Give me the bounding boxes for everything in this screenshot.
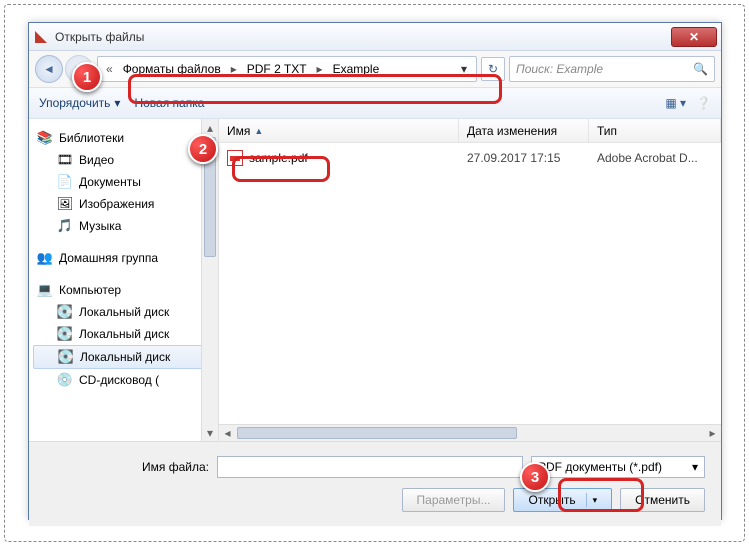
cancel-button[interactable]: Отменить [620,488,705,512]
breadcrumb-seg-2[interactable]: PDF 2 TXT [241,62,313,76]
annotation-marker-1: 1 [72,62,102,92]
open-button[interactable]: Открыть ▾ [513,488,612,512]
disk-icon: 💽 [58,349,74,365]
sidebar-item-music[interactable]: 🎵Музыка [33,215,214,237]
breadcrumb[interactable]: « Форматы файлов ▸ PDF 2 TXT ▸ Example ▾ [97,56,477,82]
scroll-right-icon[interactable]: ▸ [704,425,721,441]
back-arrow-icon: ◄ [43,62,55,76]
chevron-right-icon: ▸ [227,62,241,76]
file-row[interactable]: sample.pdf 27.09.2017 17:15 Adobe Acroba… [219,147,721,169]
sort-asc-icon: ▲ [254,126,263,136]
sidebar-item-disk-1[interactable]: 💽Локальный диск [33,301,214,323]
file-type: Adobe Acrobat D... [589,151,721,165]
titlebar: Открыть файлы ✕ [29,23,721,51]
file-date: 27.09.2017 17:15 [459,151,589,165]
breadcrumb-root-icon: « [102,62,117,76]
sidebar-item-computer[interactable]: 💻Компьютер [33,279,214,301]
file-open-dialog: Открыть файлы ✕ ◄ ► « Форматы файлов ▸ P… [28,22,722,520]
column-type[interactable]: Тип [589,119,721,142]
sidebar-item-images[interactable]: 🖼Изображения [33,193,214,215]
organize-button[interactable]: Упорядочить ▾ [39,96,120,110]
file-name: sample.pdf [249,151,308,165]
video-icon: 🎞 [57,152,73,168]
sidebar-item-libraries[interactable]: 📚Библиотеки [33,127,214,149]
cd-icon: 💿 [57,372,73,388]
app-icon [33,29,49,45]
disk-icon: 💽 [57,304,73,320]
new-folder-button[interactable]: Новая папка [134,96,204,110]
sidebar-item-video[interactable]: 🎞Видео [33,149,214,171]
homegroup-icon: 👥 [37,250,53,266]
filetype-filter[interactable]: PDF документы (*.pdf) ▾ [531,456,705,478]
music-icon: 🎵 [57,218,73,234]
images-icon: 🖼 [57,196,73,212]
sidebar-item-disk-3[interactable]: 💽Локальный диск [33,345,214,369]
scroll-left-icon[interactable]: ◂ [219,425,236,441]
chevron-down-icon: ▾ [692,460,698,474]
search-placeholder: Поиск: Example [516,62,603,76]
sidebar-item-homegroup[interactable]: 👥Домашняя группа [33,247,214,269]
bottom-panel: Имя файла: PDF документы (*.pdf) ▾ Парам… [29,441,721,526]
nav-bar: ◄ ► « Форматы файлов ▸ PDF 2 TXT ▸ Examp… [29,51,721,87]
sidebar-scrollbar[interactable]: ▴ ▾ [201,119,218,441]
file-list-header: Имя ▲ Дата изменения Тип [219,119,721,143]
annotation-marker-3: 3 [520,462,550,492]
close-icon: ✕ [689,30,699,44]
breadcrumb-dropdown[interactable]: ▾ [456,62,472,76]
annotation-marker-2: 2 [188,134,218,164]
refresh-icon: ↻ [488,62,498,76]
refresh-button[interactable]: ↻ [481,57,505,81]
sidebar-item-disk-2[interactable]: 💽Локальный диск [33,323,214,345]
column-name[interactable]: Имя ▲ [219,119,459,142]
view-mode-button[interactable]: ▦ ▾ [665,96,686,110]
scroll-thumb[interactable] [237,427,517,439]
horizontal-scrollbar[interactable]: ◂ ▸ [219,424,721,441]
close-button[interactable]: ✕ [671,27,717,47]
chevron-down-icon: ▾ [114,96,120,110]
filename-input[interactable] [217,456,523,478]
sidebar-item-documents[interactable]: 📄Документы [33,171,214,193]
libraries-icon: 📚 [37,130,53,146]
parameters-button[interactable]: Параметры... [402,488,506,512]
scroll-down-icon[interactable]: ▾ [202,424,218,441]
chevron-right-icon: ▸ [313,62,327,76]
chevron-down-icon: ▾ [680,96,686,110]
back-button[interactable]: ◄ [35,55,63,83]
sidebar: 📚Библиотеки 🎞Видео 📄Документы 🖼Изображен… [29,119,219,441]
help-button[interactable]: ❔ [696,96,711,110]
filename-label: Имя файла: [45,460,209,474]
search-input[interactable]: Поиск: Example 🔍 [509,56,715,82]
sidebar-item-cd[interactable]: 💿CD-дисковод ( [33,369,214,391]
breadcrumb-seg-1[interactable]: Форматы файлов [117,62,227,76]
file-area: Имя ▲ Дата изменения Тип sample.pdf 27.0… [219,119,721,441]
file-list: sample.pdf 27.09.2017 17:15 Adobe Acroba… [219,143,721,424]
pdf-file-icon [227,150,243,166]
search-icon[interactable]: 🔍 [693,62,708,76]
chevron-down-icon: ▾ [593,495,598,506]
breadcrumb-seg-3[interactable]: Example [327,62,386,76]
toolbar: Упорядочить ▾ Новая папка ▦ ▾ ❔ [29,87,721,119]
computer-icon: 💻 [37,282,53,298]
window-title: Открыть файлы [55,30,671,44]
disk-icon: 💽 [57,326,73,342]
column-date[interactable]: Дата изменения [459,119,589,142]
view-grid-icon: ▦ [665,96,676,110]
documents-icon: 📄 [57,174,73,190]
